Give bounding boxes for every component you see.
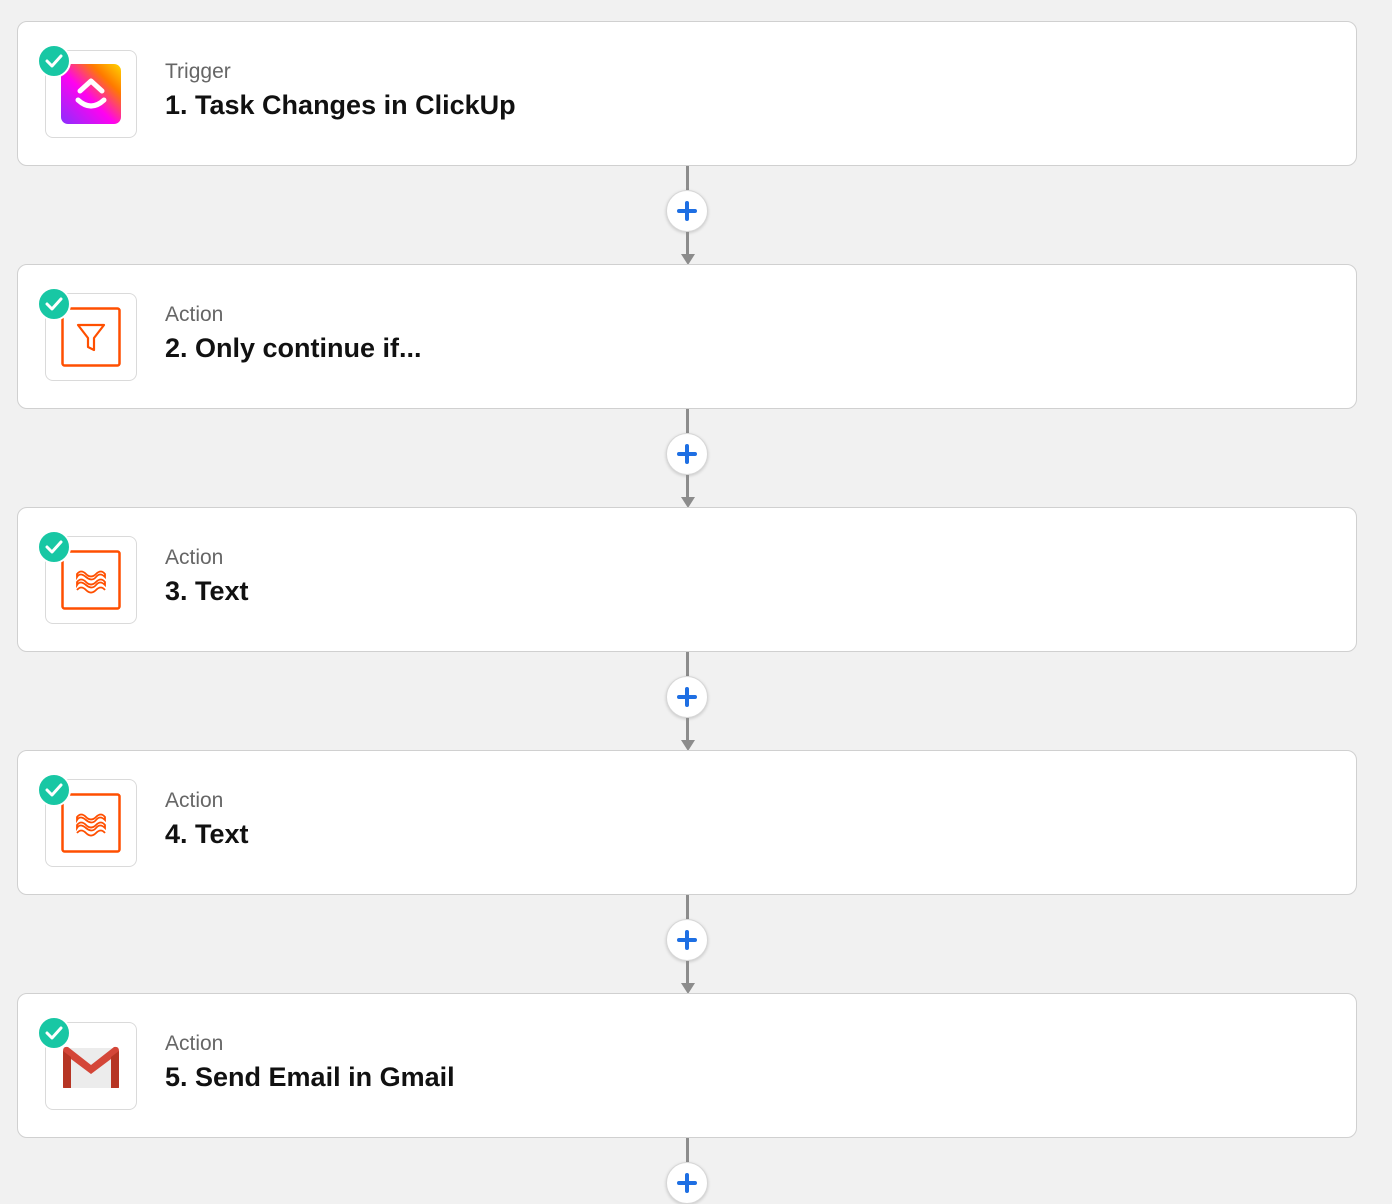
add-step-button[interactable] [666, 1162, 708, 1204]
connector-line [686, 166, 689, 190]
step-type-label: Action [165, 303, 224, 326]
plus-icon [677, 930, 697, 950]
success-check-icon [37, 1016, 71, 1050]
filter-icon [61, 307, 121, 367]
success-check-icon [37, 44, 71, 78]
step-card-1-trigger[interactable]: Trigger 1. Task Changes in ClickUp [17, 21, 1357, 166]
step-title: 4. Text [165, 819, 249, 849]
plus-icon [677, 1173, 697, 1193]
step-title: 5. Send Email in Gmail [165, 1062, 455, 1092]
step-title: 3. Text [165, 576, 249, 606]
formatter-text-icon [61, 793, 121, 853]
plus-icon [677, 444, 697, 464]
add-step-button[interactable] [666, 433, 708, 475]
step-title: 1. Task Changes in ClickUp [165, 90, 516, 120]
zap-workflow-canvas: Trigger 1. Task Changes in ClickUp Actio… [0, 0, 1392, 1204]
step-type-label: Action [165, 789, 224, 812]
formatter-text-icon [61, 550, 121, 610]
connector-line [686, 961, 689, 983]
success-check-icon [37, 287, 71, 321]
step-type-label: Trigger [165, 60, 231, 83]
clickup-logo-icon [61, 64, 121, 124]
step-card-3-action[interactable]: Action 3. Text [17, 507, 1357, 652]
connector-line [686, 895, 689, 919]
connector-line [686, 232, 689, 254]
gmail-logo-icon [63, 1046, 119, 1088]
connector-line [686, 652, 689, 676]
success-check-icon [37, 530, 71, 564]
step-card-5-action[interactable]: Action 5. Send Email in Gmail [17, 993, 1357, 1138]
step-type-label: Action [165, 1032, 224, 1055]
add-step-button[interactable] [666, 676, 708, 718]
plus-icon [677, 201, 697, 221]
success-check-icon [37, 773, 71, 807]
connector-line [686, 1138, 689, 1162]
connector-line [686, 475, 689, 497]
add-step-button[interactable] [666, 919, 708, 961]
step-card-2-action[interactable]: Action 2. Only continue if... [17, 264, 1357, 409]
connector-line [686, 718, 689, 740]
plus-icon [677, 687, 697, 707]
step-card-4-action[interactable]: Action 4. Text [17, 750, 1357, 895]
step-type-label: Action [165, 546, 224, 569]
step-title: 2. Only continue if... [165, 333, 422, 363]
add-step-button[interactable] [666, 190, 708, 232]
connector-line [686, 409, 689, 433]
